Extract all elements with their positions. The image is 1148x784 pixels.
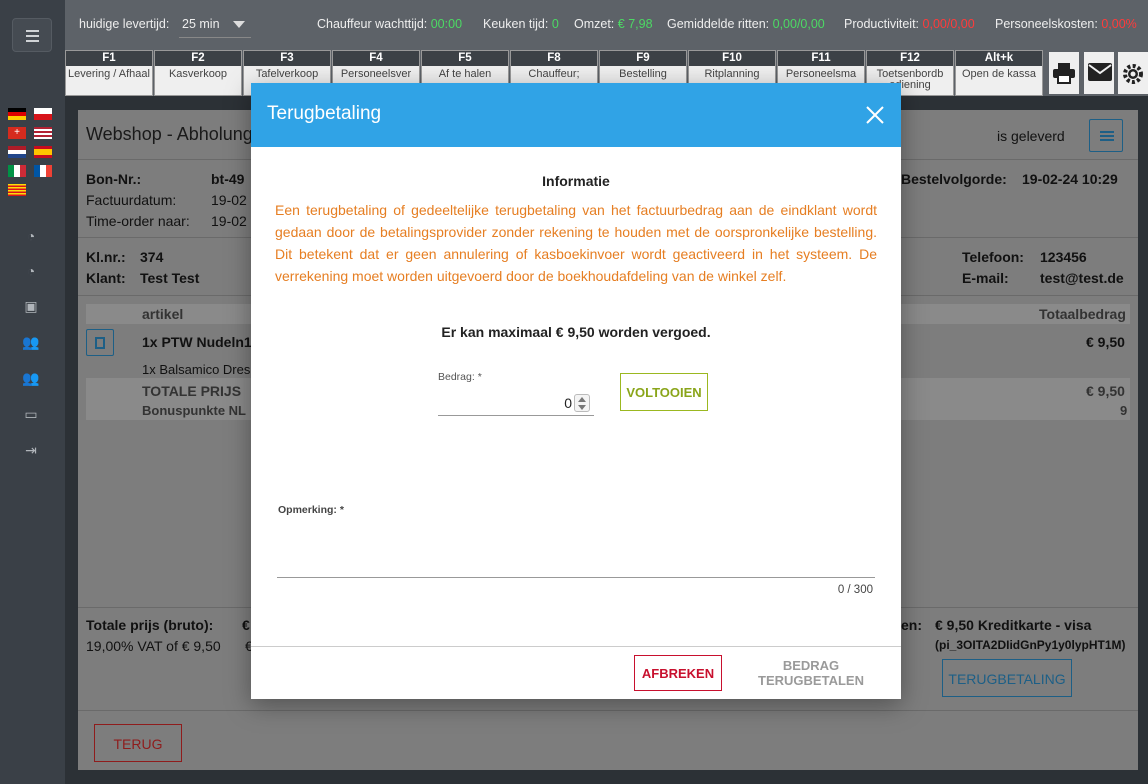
dialog-title: Terugbetaling	[267, 103, 382, 124]
chevron-down-icon	[578, 405, 586, 410]
flag-ch-icon[interactable]: +	[8, 127, 26, 139]
dashboard-icon[interactable]: ◔	[22, 227, 40, 245]
complete-button[interactable]: VOLTOOIEN	[620, 373, 708, 411]
dialog-footer-divider	[251, 646, 901, 647]
remark-label: Opmerking: *	[278, 504, 344, 516]
info-title: Informatie	[542, 173, 610, 189]
bag-icon[interactable]: ▣	[22, 297, 40, 315]
monitor-icon[interactable]: ▭	[22, 405, 40, 423]
amount-label: Bedrag: *	[438, 371, 482, 383]
max-refund-text: Er kan maximaal € 9,50 worden vergoed.	[441, 324, 711, 340]
flag-es-icon[interactable]	[34, 146, 52, 158]
cancel-button[interactable]: AFBREKEN	[634, 655, 722, 691]
char-counter: 0 / 300	[837, 584, 873, 596]
close-icon[interactable]	[865, 105, 885, 125]
amount-stepper[interactable]	[574, 394, 590, 412]
users-icon[interactable]: 👥	[22, 333, 40, 351]
flag-cz-icon[interactable]	[34, 108, 52, 120]
flag-fr-icon[interactable]	[34, 165, 52, 177]
speedometer-icon[interactable]: ◔	[22, 262, 40, 280]
info-text: Een terugbetaling of gedeeltelijke terug…	[275, 202, 877, 284]
logout-icon[interactable]: ⇥	[22, 441, 40, 459]
staff-icon[interactable]: 👥	[22, 369, 40, 387]
amount-input[interactable]	[438, 390, 594, 416]
flag-catalan-icon[interactable]	[8, 184, 26, 196]
refund-dialog: Terugbetaling Informatie Een terugbetali…	[251, 83, 901, 699]
flag-us-icon[interactable]	[34, 127, 52, 139]
flag-it-icon[interactable]	[8, 165, 26, 177]
remark-textarea[interactable]	[277, 523, 875, 578]
flag-nl-icon[interactable]	[8, 146, 26, 158]
sidebar: + ◔ ◔ ▣ 👥 👥 ▭ ⇥	[0, 0, 65, 784]
dialog-header: Terugbetaling	[251, 83, 901, 147]
menu-icon[interactable]	[12, 18, 52, 52]
flag-de-icon[interactable]	[8, 108, 26, 120]
refund-amount-button[interactable]: BEDRAG TERUGBETALEN	[729, 655, 893, 691]
chevron-up-icon	[578, 397, 586, 402]
